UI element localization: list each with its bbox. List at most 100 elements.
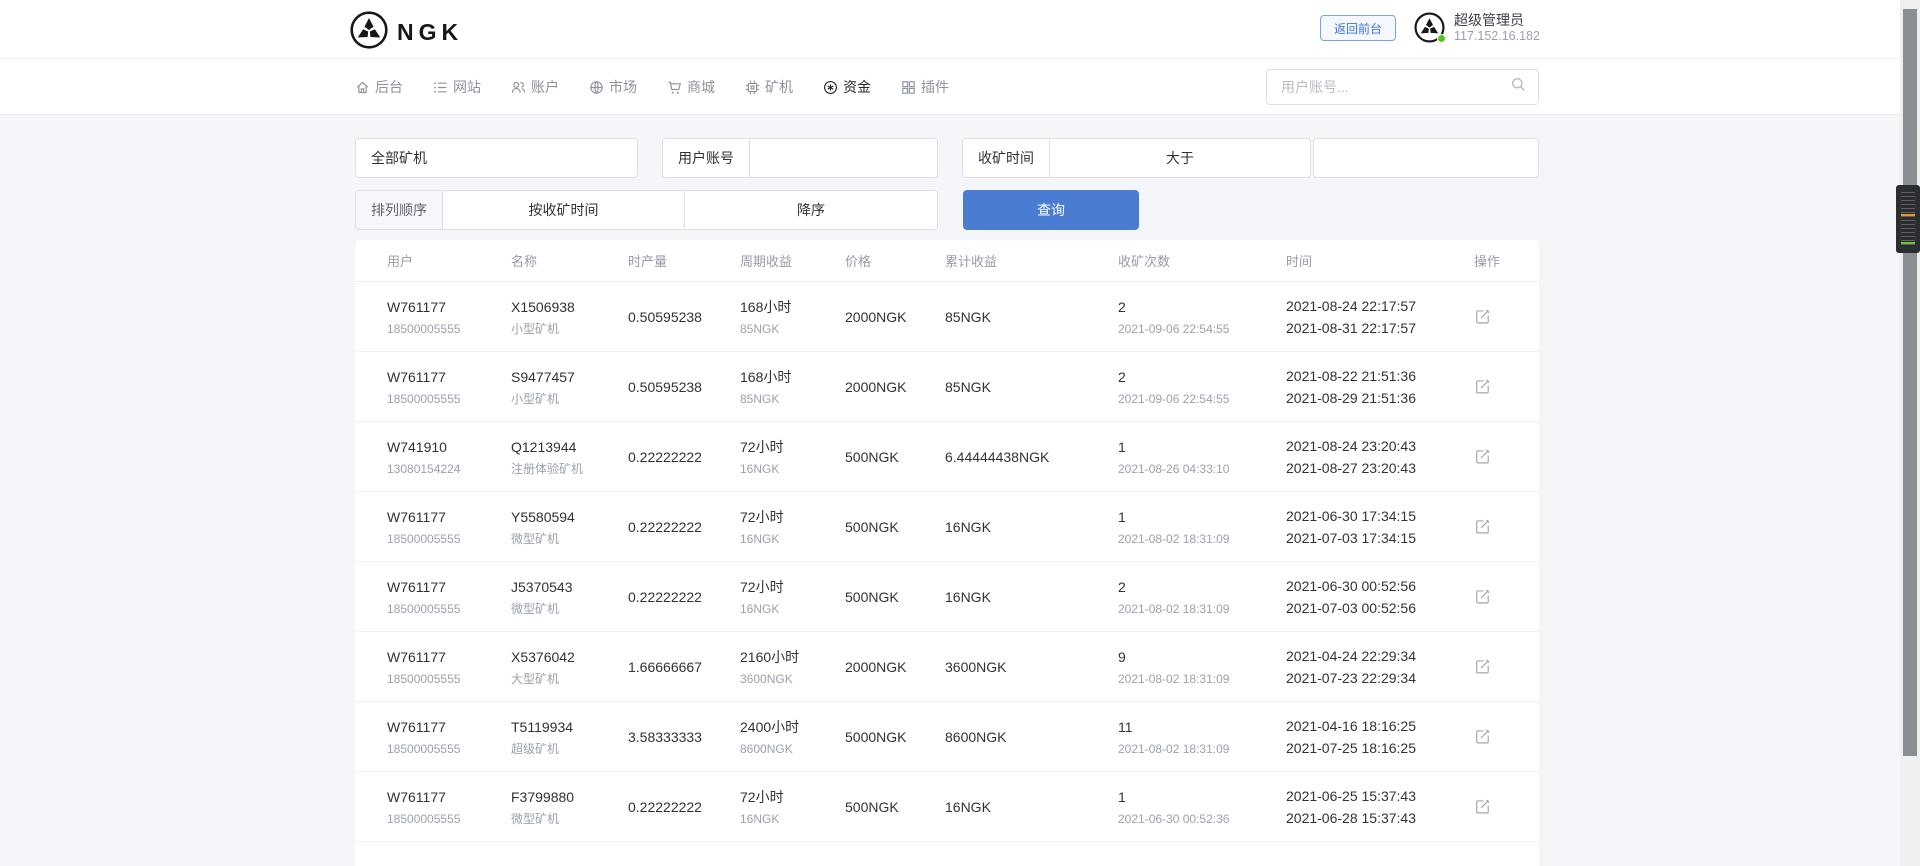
account-filter-input[interactable] bbox=[750, 139, 937, 177]
back-to-front-button[interactable]: 返回前台 bbox=[1320, 15, 1396, 41]
column-header-total-income: 累计收益 bbox=[945, 251, 1118, 270]
cell-time: 2021-08-22 21:51:362021-08-29 21:51:36 bbox=[1286, 365, 1474, 409]
cell-price: 500NGK bbox=[845, 797, 945, 817]
scrollbar-track[interactable] bbox=[1900, 0, 1920, 866]
cell-price: 5000NGK bbox=[845, 727, 945, 747]
cell-name: X1506938小型矿机 bbox=[511, 297, 628, 337]
account-filter-group: 用户账号 bbox=[662, 138, 938, 178]
cell-user: W76117718500005555 bbox=[387, 507, 511, 547]
minimap-lines bbox=[1901, 192, 1915, 246]
table-row: W76117718500005555 S9477457小型矿机 0.505952… bbox=[355, 352, 1539, 422]
cell-period-income: 72小时16NGK bbox=[740, 577, 845, 617]
cell-price: 2000NGK bbox=[845, 377, 945, 397]
edit-icon[interactable] bbox=[1474, 728, 1491, 745]
table-body: W76117718500005555 X1506938小型矿机 0.505952… bbox=[355, 282, 1539, 866]
nav-item-plugin[interactable]: 插件 bbox=[901, 77, 949, 97]
sort-direction-select[interactable]: 降序 bbox=[685, 191, 937, 229]
edit-icon[interactable] bbox=[1474, 798, 1491, 815]
cell-time: 2021-04-24 22:29:342021-07-23 22:29:34 bbox=[1286, 645, 1474, 689]
cell-name: T5119934超级矿机 bbox=[511, 717, 628, 757]
machine-type-select[interactable]: 全部矿机 bbox=[355, 138, 638, 178]
cell-period-income: 2400小时8600NGK bbox=[740, 717, 845, 757]
edit-icon[interactable] bbox=[1474, 658, 1491, 675]
cell-total-income: 85NGK bbox=[945, 377, 1118, 397]
mine-time-label: 收矿时间 bbox=[963, 139, 1050, 177]
table-row: W76117718500005555 X1506938小型矿机 0.505952… bbox=[355, 282, 1539, 352]
search-icon[interactable] bbox=[1511, 77, 1526, 97]
nav-item-market[interactable]: 市场 bbox=[589, 77, 637, 97]
column-header-actions: 操作 bbox=[1474, 251, 1509, 270]
cell-price: 500NGK bbox=[845, 447, 945, 467]
edit-icon[interactable] bbox=[1474, 308, 1491, 325]
scrollbar-minimap[interactable] bbox=[1896, 185, 1920, 253]
table-row: W761177 W6842791 72小时 1 2021-06-18 19:41… bbox=[355, 842, 1539, 866]
cell-name: F3799880微型矿机 bbox=[511, 787, 628, 827]
admin-ip: 117.152.16.182 bbox=[1454, 29, 1540, 44]
cell-total-income: 85NGK bbox=[945, 307, 1118, 327]
edit-icon[interactable] bbox=[1474, 588, 1491, 605]
cell-mine-count: 22021-09-06 22:54:55 bbox=[1118, 367, 1286, 407]
table-row: W74191013080154224 Q1213944注册体验矿机 0.2222… bbox=[355, 422, 1539, 492]
cell-hourly-output: 0.22222222 bbox=[628, 517, 740, 537]
table-header: 用户 名称 时产量 周期收益 价格 累计收益 收矿次数 时间 操作 bbox=[355, 240, 1539, 282]
query-button[interactable]: 查询 bbox=[963, 190, 1139, 230]
cell-hourly-output: 0.22222222 bbox=[628, 447, 740, 467]
nav-item-website[interactable]: 网站 bbox=[433, 77, 481, 97]
table-row: W76117718500005555 J5370543微型矿机 0.222222… bbox=[355, 562, 1539, 632]
cell-name: J5370543微型矿机 bbox=[511, 577, 628, 617]
filter-panel: 全部矿机 用户账号 收矿时间 大于 排列顺序 按收矿时间 降序 查询 bbox=[355, 138, 1539, 230]
cell-mine-count: 12021-08-02 18:31:09 bbox=[1118, 507, 1286, 547]
edit-icon[interactable] bbox=[1474, 378, 1491, 395]
globe-icon bbox=[589, 80, 604, 95]
cell-user: W76117718500005555 bbox=[387, 787, 511, 827]
cell-total-income: 3600NGK bbox=[945, 657, 1118, 677]
cell-actions bbox=[1474, 588, 1509, 605]
chip-icon bbox=[745, 80, 760, 95]
cell-mine-count: 22021-08-02 18:31:09 bbox=[1118, 577, 1286, 617]
nav-item-funds[interactable]: 资金 bbox=[823, 77, 871, 97]
nav-bar: 后台 网站 账户 市场 商城 矿机 资金 插件 bbox=[0, 59, 1920, 115]
cell-period-income: 168小时85NGK bbox=[740, 367, 845, 407]
cell-name: X5376042大型矿机 bbox=[511, 647, 628, 687]
cell-time: 2021-06-30 17:34:152021-07-03 17:34:15 bbox=[1286, 505, 1474, 549]
coin-icon bbox=[823, 80, 838, 95]
table-row: W76117718500005555 X5376042大型矿机 1.666666… bbox=[355, 632, 1539, 702]
cell-price: 500NGK bbox=[845, 517, 945, 537]
edit-icon[interactable] bbox=[1474, 518, 1491, 535]
cell-total-income: 16NGK bbox=[945, 587, 1118, 607]
search-input[interactable] bbox=[1281, 79, 1511, 95]
column-header-mine-count: 收矿次数 bbox=[1118, 251, 1286, 270]
mine-time-value-input[interactable] bbox=[1314, 139, 1538, 177]
sort-group: 排列顺序 按收矿时间 降序 bbox=[355, 190, 938, 230]
admin-info[interactable]: 超级管理员 117.152.16.182 bbox=[1414, 12, 1540, 44]
cell-price: 2000NGK bbox=[845, 307, 945, 327]
cell-actions bbox=[1474, 798, 1509, 815]
sort-field-select[interactable]: 按收矿时间 bbox=[443, 191, 685, 229]
column-header-hourly-output: 时产量 bbox=[628, 251, 740, 270]
cell-total-income: 16NGK bbox=[945, 797, 1118, 817]
cell-actions bbox=[1474, 448, 1509, 465]
nav-item-account[interactable]: 账户 bbox=[511, 77, 559, 97]
account-filter-label: 用户账号 bbox=[663, 139, 750, 177]
cell-period-income: 72小时16NGK bbox=[740, 437, 845, 477]
scrollbar-thumb[interactable] bbox=[1903, 9, 1917, 756]
cell-user: W76117718500005555 bbox=[387, 647, 511, 687]
column-header-user: 用户 bbox=[387, 251, 511, 270]
mine-time-operator-select[interactable]: 大于 bbox=[1050, 139, 1310, 177]
column-header-price: 价格 bbox=[845, 251, 945, 270]
cell-user: W76117718500005555 bbox=[387, 577, 511, 617]
nav-item-miner[interactable]: 矿机 bbox=[745, 77, 793, 97]
nav-search-box[interactable] bbox=[1266, 69, 1539, 105]
online-status-dot bbox=[1437, 34, 1446, 43]
cart-icon bbox=[667, 80, 682, 95]
table-row: W76117718500005555 T5119934超级矿机 3.583333… bbox=[355, 702, 1539, 772]
avatar[interactable] bbox=[1414, 12, 1445, 43]
nav-item-backend[interactable]: 后台 bbox=[355, 77, 403, 97]
table-row: W76117718500005555 F3799880微型矿机 0.222222… bbox=[355, 772, 1539, 842]
mine-time-filter-group: 收矿时间 大于 bbox=[962, 138, 1311, 178]
nav-item-mall[interactable]: 商城 bbox=[667, 77, 715, 97]
edit-icon[interactable] bbox=[1474, 448, 1491, 465]
cell-user: W76117718500005555 bbox=[387, 297, 511, 337]
brand: NGK bbox=[349, 10, 463, 55]
cell-user: W74191013080154224 bbox=[387, 437, 511, 477]
